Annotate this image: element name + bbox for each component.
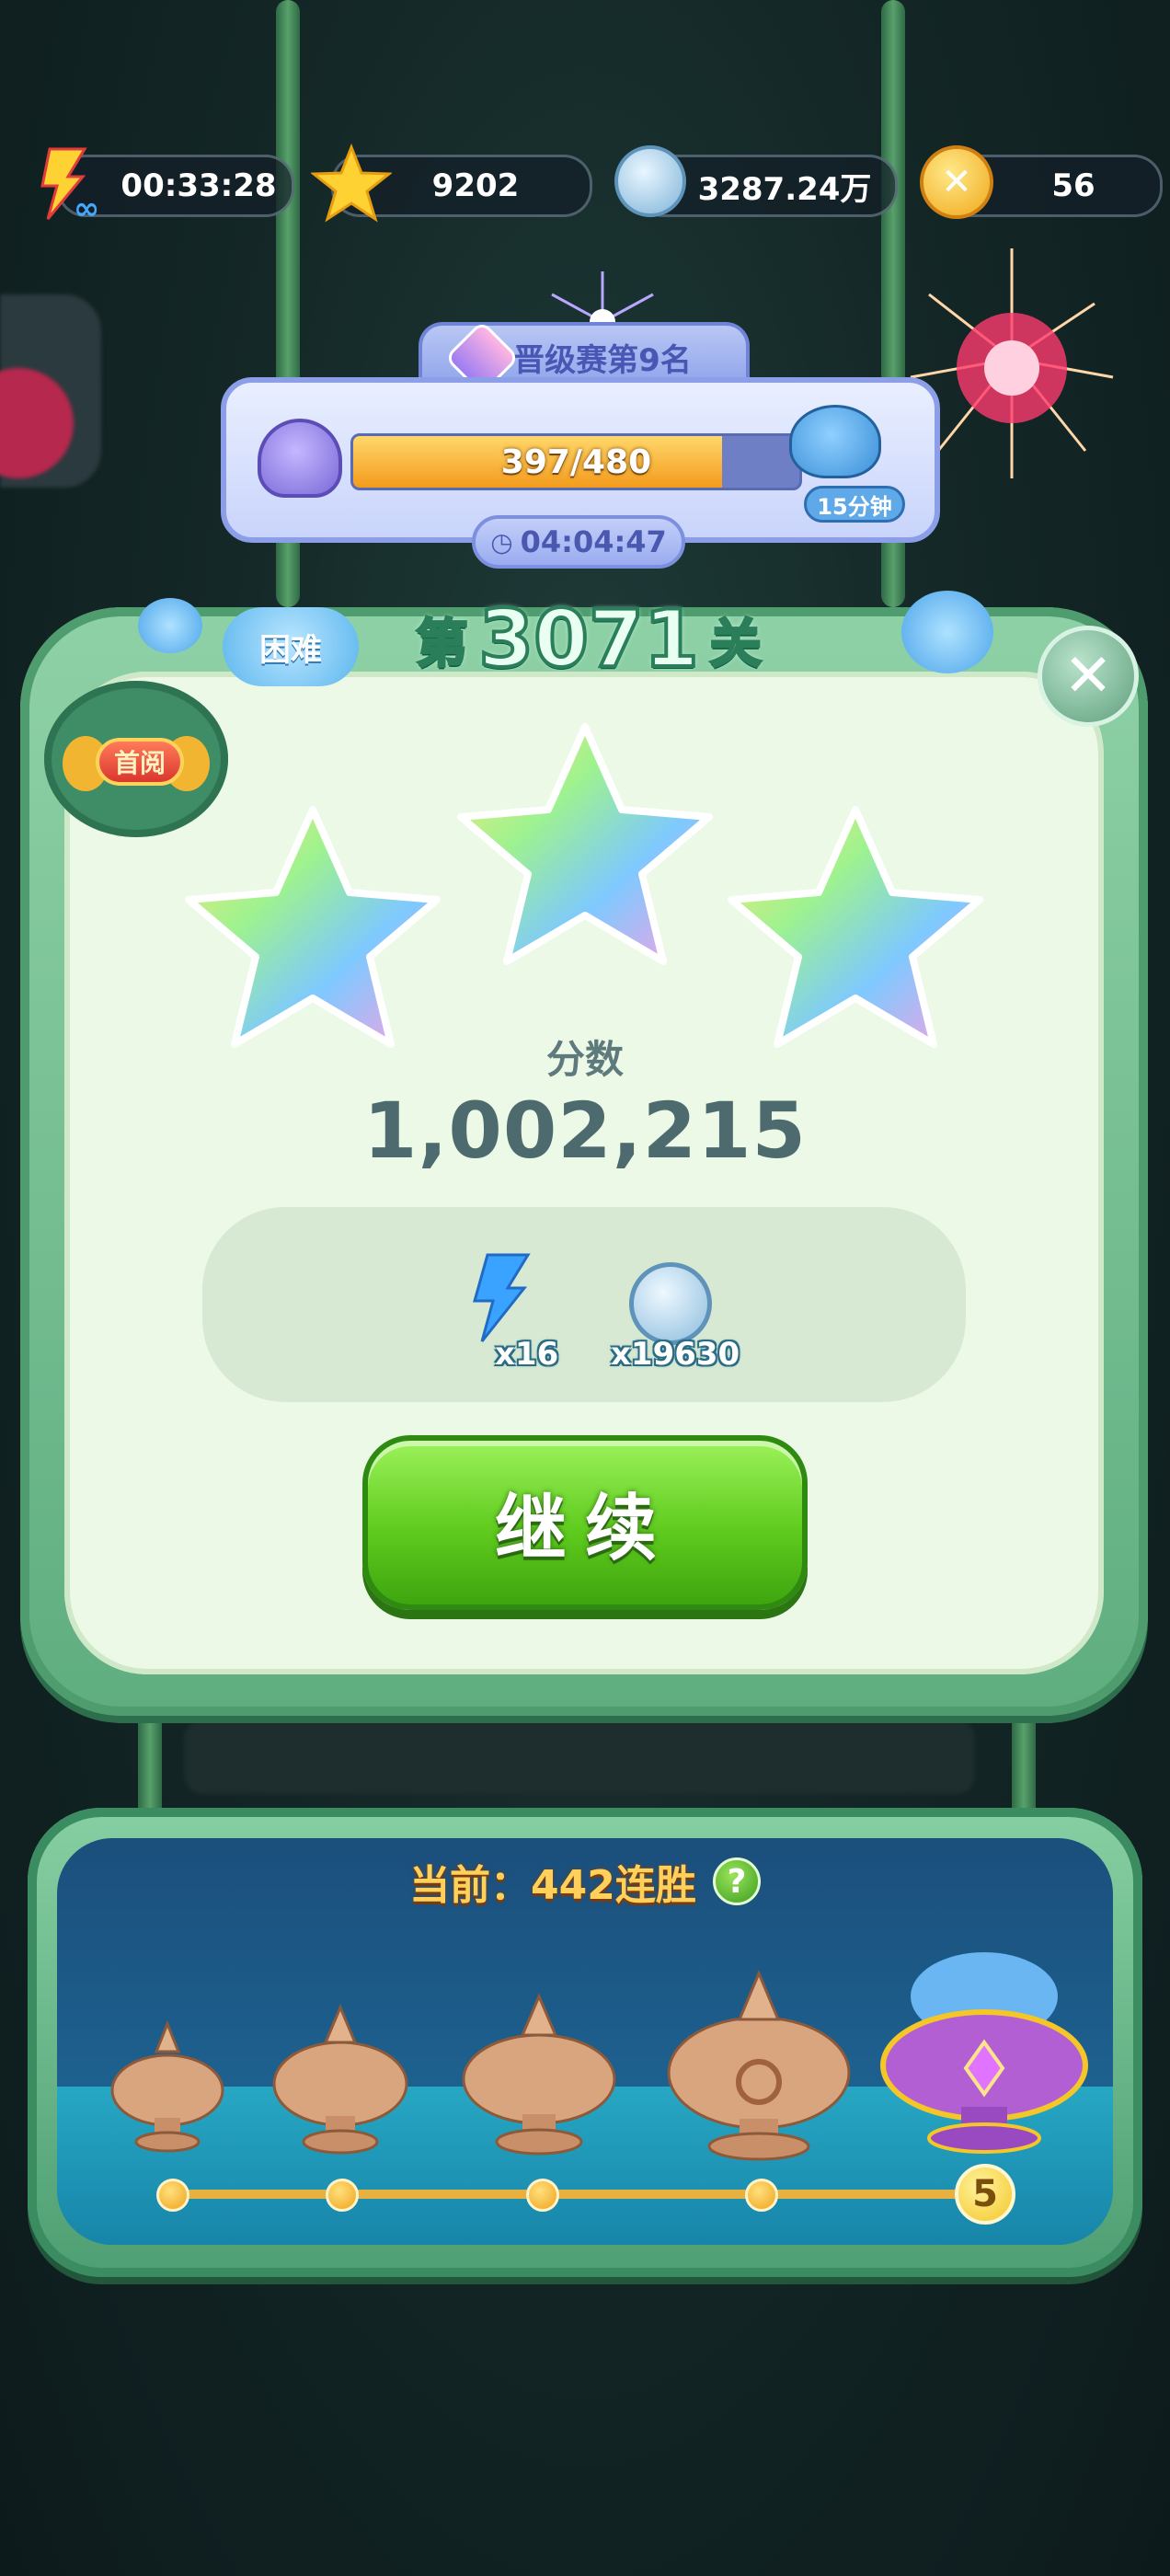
- energy-timer-text: 00:33:28: [120, 167, 277, 204]
- streak-milestone-1: [156, 2179, 189, 2212]
- star-icon: [311, 144, 392, 223]
- trophy-4-icon: [667, 1970, 851, 2161]
- gold-count: 56: [1051, 167, 1095, 204]
- trophy-2-icon: [272, 2004, 408, 2155]
- level-title: 第 3071 关: [368, 589, 809, 690]
- ranking-countdown: ◷ 04:04:47: [472, 515, 685, 569]
- rating-star-1: [185, 806, 441, 1048]
- first-clear-label: 首阅: [96, 738, 184, 786]
- coin-icon: [629, 1262, 712, 1345]
- board-shadow: [184, 1720, 975, 1794]
- score-label: 分数: [545, 1037, 624, 1082]
- win-streak-text: 当前：442连胜: [409, 1862, 696, 1909]
- streak-milestone-final: 5: [955, 2164, 1015, 2225]
- streak-progress-track: [171, 2190, 985, 2199]
- ranking-progress-text: 397/480: [500, 443, 652, 481]
- reward-lightning-qty: x16: [495, 1336, 559, 1373]
- trophy-final-icon: [880, 1952, 1088, 2154]
- bonus-time-badge: 15分钟: [804, 486, 905, 523]
- level-number: 3071: [476, 592, 700, 687]
- lightning-infinity-icon: ∞: [40, 147, 99, 223]
- win-streak-title: 当前：442连胜 ?: [0, 1849, 1170, 1914]
- score-value: 1,002,215: [363, 1086, 807, 1176]
- ranking-progress-bar: 397/480: [350, 433, 802, 490]
- ranking-title: 晋级赛第9名: [513, 341, 692, 379]
- rating-star-3: [728, 806, 983, 1048]
- streak-milestone-4: [745, 2179, 778, 2212]
- continue-button[interactable]: 继续: [362, 1435, 808, 1610]
- flower-icon-left: [138, 598, 202, 653]
- reward-coins-qty: x19630: [611, 1336, 740, 1373]
- rewards-box: [202, 1207, 966, 1402]
- level-prefix: 第: [415, 613, 469, 675]
- mascot-icon: [789, 405, 881, 478]
- clock-icon: ◷: [490, 526, 513, 558]
- stars-count: 9202: [431, 167, 520, 204]
- reward-lightning: x16: [460, 1251, 570, 1373]
- difficulty-badge: 困难: [223, 607, 359, 686]
- flower-icon-right: [901, 591, 993, 673]
- streak-milestone-2: [326, 2179, 359, 2212]
- reward-coins: x19630: [611, 1251, 763, 1373]
- close-button[interactable]: ✕: [1038, 626, 1139, 727]
- streak-milestone-3: [526, 2179, 559, 2212]
- lightning-icon: [473, 1253, 531, 1342]
- help-icon[interactable]: ?: [712, 1857, 761, 1905]
- svg-text:∞: ∞: [74, 190, 99, 223]
- trophy-1-icon: [110, 2019, 224, 2153]
- coin-icon: [614, 145, 686, 217]
- gold-coin-icon: ✕: [920, 145, 993, 219]
- ranking-countdown-text: 04:04:47: [520, 524, 667, 559]
- level-suffix: 关: [708, 613, 763, 675]
- rating-star-2: [457, 723, 713, 965]
- treasure-bag-icon: [258, 419, 342, 498]
- coins-count: 3287.24万: [697, 170, 872, 208]
- trophy-3-icon: [462, 1993, 616, 2156]
